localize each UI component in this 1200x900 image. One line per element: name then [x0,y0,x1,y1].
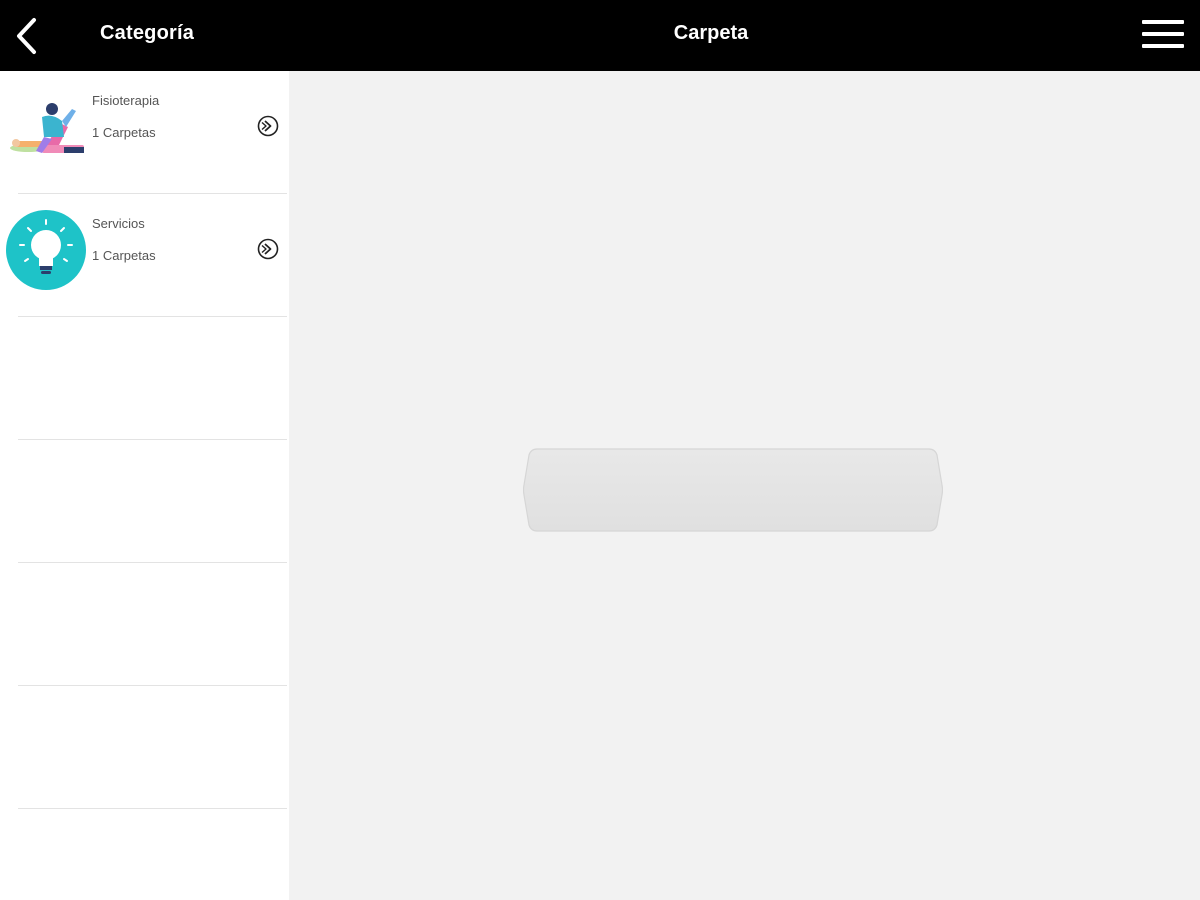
physiotherapy-illustration [6,93,86,173]
back-button[interactable] [8,14,44,58]
empty-list-row [0,563,289,686]
category-name: Servicios [92,216,145,231]
category-label[interactable]: Categoría [100,22,194,45]
empty-list-row [0,686,289,809]
category-item-fisioterapia[interactable]: Fisioterapia 1 Carpetas [0,71,289,194]
folder-content-area [289,71,1200,900]
open-category-button[interactable] [256,114,280,138]
open-category-button[interactable] [256,237,280,261]
category-sidebar: Fisioterapia 1 Carpetas Servicios 1 Carp… [0,71,289,900]
chevron-left-icon [17,18,36,54]
empty-list-row [0,317,289,440]
circle-chevron-right-icon [257,115,279,137]
category-count: 1 Carpetas [92,248,156,263]
category-count: 1 Carpetas [92,125,156,140]
empty-placeholder-banner [522,447,944,533]
category-item-servicios[interactable]: Servicios 1 Carpetas [0,194,289,317]
empty-list-row [0,440,289,563]
circle-chevron-right-icon [257,238,279,260]
divider [18,808,287,809]
lightbulb-icon [6,210,86,290]
hamburger-menu-icon [1142,20,1184,24]
top-bar: Categoría Carpeta [0,0,1200,71]
category-name: Fisioterapia [92,93,160,108]
menu-button[interactable] [1142,18,1186,52]
